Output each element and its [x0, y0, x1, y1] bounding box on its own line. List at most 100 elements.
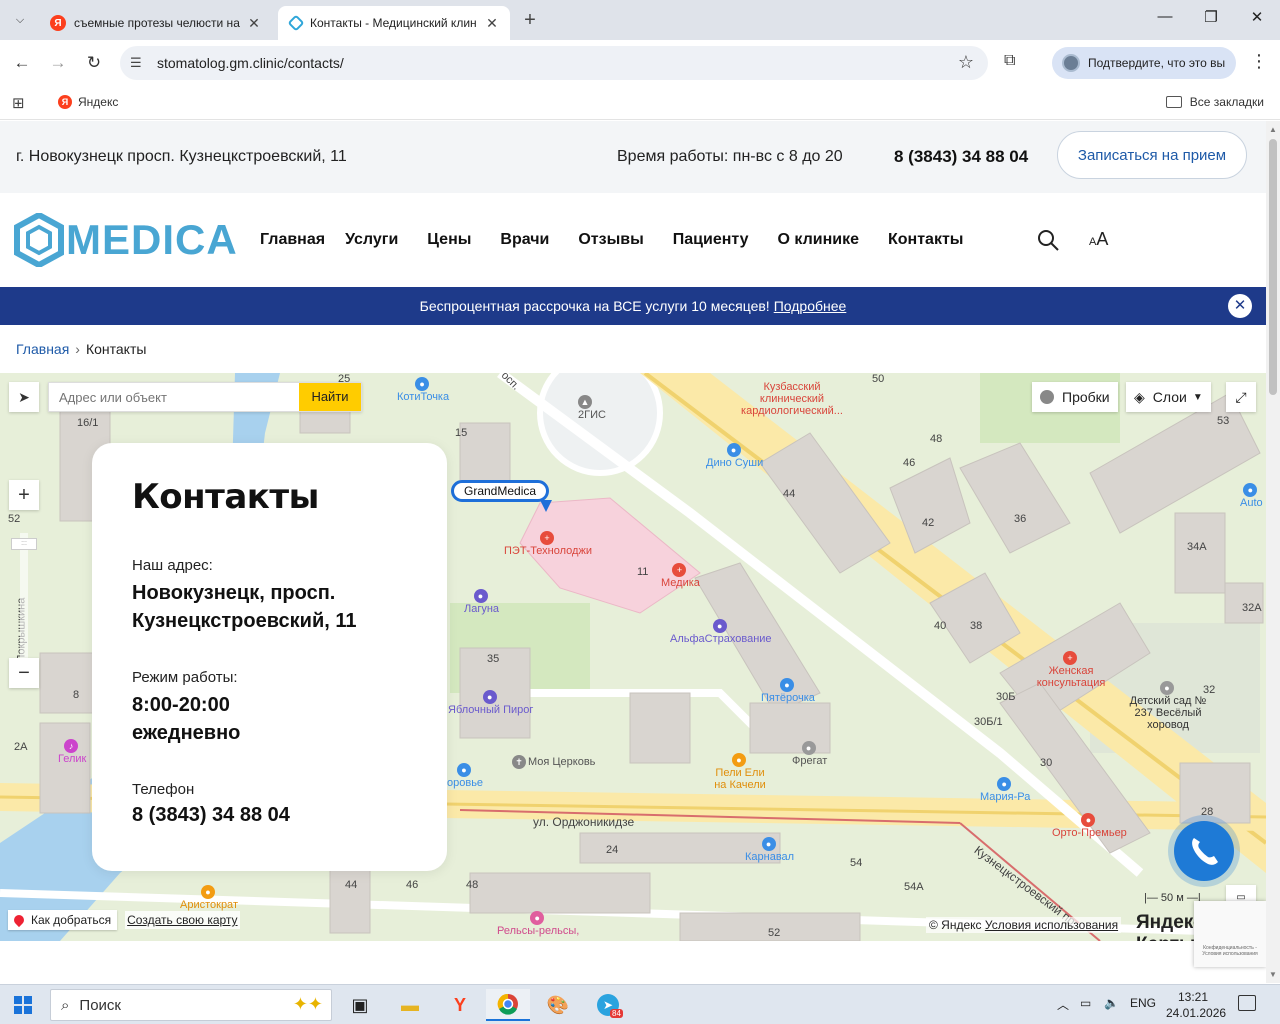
zoom-slider-track[interactable]	[20, 533, 28, 663]
header-phone-link[interactable]: 8 (3843) 34 88 04	[894, 147, 1028, 167]
paint-icon[interactable]: 🎨	[536, 989, 580, 1021]
extensions-icon[interactable]: ⧉	[1004, 52, 1015, 70]
page-scrollbar[interactable]: ▲ ▼	[1266, 121, 1280, 983]
nav-reviews[interactable]: Отзывы	[578, 231, 643, 249]
yandex-browser-icon[interactable]: Y	[438, 989, 482, 1021]
map-poi[interactable]: ● Пятёрочка	[761, 678, 815, 704]
map-poi[interactable]: + Женская консультация	[1036, 651, 1106, 689]
map-search-input[interactable]	[49, 383, 299, 411]
nav-home[interactable]: Главная	[260, 231, 325, 249]
maximize-button[interactable]: ❐	[1188, 8, 1234, 26]
phone-value[interactable]: 8 (3843) 34 88 04	[132, 801, 432, 829]
nav-doctors[interactable]: Врачи	[500, 231, 549, 249]
font-size-toggle[interactable]: AA	[1089, 229, 1108, 250]
scroll-down-icon[interactable]: ▼	[1269, 970, 1277, 979]
close-window-button[interactable]: ✕	[1234, 8, 1280, 26]
close-tab-icon[interactable]: ✕	[246, 15, 262, 32]
input-language[interactable]: ENG	[1130, 996, 1156, 1010]
browser-tab-2[interactable]: Контакты - Медицинский клин ✕	[278, 6, 510, 40]
zoom-out-button[interactable]: −	[9, 658, 39, 688]
volume-icon[interactable]: 🔈	[1104, 996, 1119, 1010]
scroll-up-icon[interactable]: ▲	[1269, 125, 1277, 134]
bookmark-yandex[interactable]: Я Яндекс	[58, 95, 118, 109]
nav-services[interactable]: Услуги	[345, 231, 398, 249]
map-poi[interactable]: ● Пели Ели на Качели	[712, 753, 768, 791]
map-poi[interactable]: ● Дино Суши	[706, 443, 763, 469]
poi-label: АльфаСтрахование	[670, 633, 772, 645]
search-icon[interactable]	[1036, 228, 1060, 252]
map-poi[interactable]: ▲ 2ГИС	[578, 395, 606, 421]
create-map-link[interactable]: Создать свою карту	[125, 911, 240, 929]
network-icon[interactable]: ▭	[1080, 996, 1091, 1010]
address-bar[interactable]: ☰ stomatolog.gm.clinic/contacts/ ☆	[120, 46, 988, 80]
map-poi[interactable]: ● Мария-Ра	[980, 777, 1030, 803]
forward-button[interactable]: →	[45, 50, 71, 76]
new-tab-button[interactable]: +	[518, 8, 542, 32]
nav-prices[interactable]: Цены	[427, 231, 471, 249]
browser-menu-icon[interactable]: ⋮	[1250, 51, 1268, 72]
telegram-icon[interactable]: ➤ 84	[586, 989, 630, 1021]
scrollbar-thumb[interactable]	[1269, 139, 1277, 395]
site-logo[interactable]: MEDICA	[14, 213, 238, 267]
nav-contacts[interactable]: Контакты	[888, 231, 963, 249]
reload-button[interactable]: ↻	[81, 50, 107, 76]
tray-chevron-icon[interactable]: ︿	[1057, 996, 1069, 1013]
promo-close-icon[interactable]: ✕	[1228, 294, 1252, 318]
map-poi[interactable]: ♪ Гелик	[58, 739, 86, 765]
minimize-button[interactable]: —	[1142, 8, 1188, 25]
clinic-map-pin[interactable]: GrandMedica	[451, 480, 550, 502]
zoom-slider-handle[interactable]: :::	[11, 538, 37, 550]
fullscreen-icon[interactable]: ⤢	[1226, 382, 1256, 412]
map-poi[interactable]: ● АльфаСтрахование	[670, 619, 772, 645]
system-clock[interactable]: 13:21 24.01.2026	[1166, 989, 1226, 1021]
map-poi[interactable]: ● Карнавал	[745, 837, 794, 863]
recaptcha-badge[interactable]: Конфиденциальность - Условия использован…	[1194, 901, 1266, 967]
site-info-icon[interactable]: ☰	[130, 55, 142, 71]
profile-confirm-button[interactable]: Подтвердите, что это вы	[1052, 47, 1236, 79]
map-poi[interactable]: ● Auto	[1240, 483, 1263, 509]
back-button[interactable]: ←	[9, 50, 35, 76]
map-poi[interactable]: ● Детский сад № 237 Весёлый хоровод	[1120, 681, 1216, 731]
windows-start-icon[interactable]	[14, 996, 32, 1014]
poi-label: Дино Суши	[706, 457, 764, 469]
file-explorer-icon[interactable]: ▬	[388, 989, 432, 1021]
zoom-in-button[interactable]: +	[9, 480, 39, 510]
poi-label: Орто-Премьер	[1052, 827, 1127, 839]
apps-grid-icon[interactable]: ⊞	[12, 94, 25, 112]
nav-about[interactable]: О клинике	[778, 231, 860, 249]
taskbar-search[interactable]: ⌕ Поиск ✦✦	[50, 989, 332, 1021]
close-tab-icon[interactable]: ✕	[484, 15, 500, 32]
terms-link[interactable]: Условия использования	[985, 918, 1118, 932]
yandex-map[interactable]: ул. Орджоникидзе Кузнецкстроевский пр. у…	[0, 373, 1266, 941]
map-poi[interactable]: ● Орто-Премьер	[1052, 813, 1127, 839]
map-find-button[interactable]: Найти	[299, 383, 361, 411]
layers-button[interactable]: ◈ Слои ▼	[1126, 382, 1211, 412]
map-poi[interactable]: ● КотиТочка	[397, 377, 449, 403]
task-view-icon[interactable]: ▣	[338, 989, 382, 1021]
call-button[interactable]	[1174, 821, 1234, 881]
breadcrumb-home[interactable]: Главная	[16, 341, 69, 357]
map-poi[interactable]: ✝ Моя Церковь	[512, 755, 595, 769]
book-appointment-button[interactable]: Записаться на прием	[1057, 131, 1247, 179]
map-poi[interactable]: ● Рельсы-рельсы,	[497, 911, 579, 937]
map-poi[interactable]: ● Лагуна	[464, 589, 499, 615]
map-poi[interactable]: ● Фрегат	[792, 741, 827, 767]
promo-more-link[interactable]: Подробнее	[774, 298, 847, 314]
address-label: Наш адрес:	[132, 557, 213, 574]
nav-patients[interactable]: Пациенту	[673, 231, 749, 249]
notification-icon[interactable]	[1238, 995, 1256, 1011]
bookmark-star-icon[interactable]: ☆	[958, 52, 974, 73]
map-poi[interactable]: + Медика	[661, 563, 700, 589]
route-button[interactable]: Как добраться	[8, 910, 118, 930]
map-poi[interactable]: ● Яблочный Пирог	[448, 690, 533, 716]
tab-search-button[interactable]: ⌵	[6, 7, 34, 33]
map-poi[interactable]: ● Аристократ	[180, 885, 238, 911]
map-poi[interactable]: Кузбасский клинический кардиологический.…	[732, 381, 852, 417]
map-poi[interactable]: + ПЭТ-Технолоджи	[504, 531, 592, 557]
traffic-button[interactable]: Пробки	[1032, 382, 1118, 412]
chrome-icon[interactable]	[486, 989, 530, 1021]
geolocation-icon[interactable]: ➤	[9, 382, 39, 412]
browser-tab-1[interactable]: Я съемные протезы челюсти на ✕	[40, 6, 272, 40]
map-poi[interactable]: ● оровье	[447, 763, 483, 789]
all-bookmarks-button[interactable]: Все закладки	[1165, 95, 1264, 109]
